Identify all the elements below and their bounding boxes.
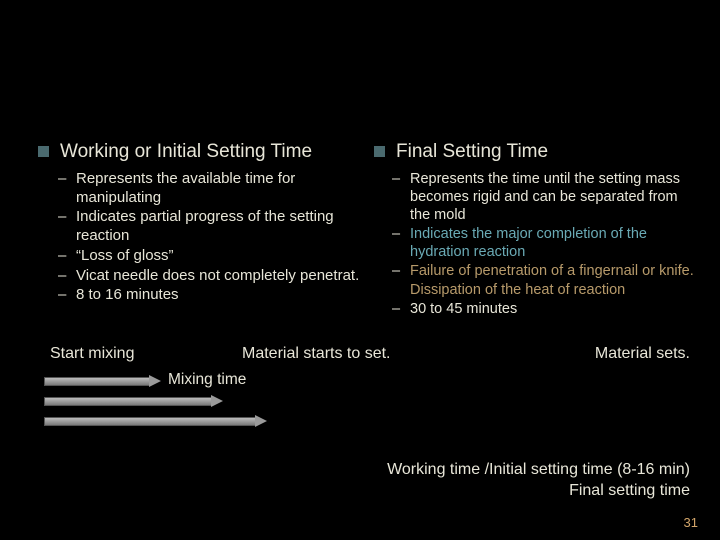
list-item: Failure of penetration of a fingernail o… bbox=[410, 262, 700, 298]
stage-start-label: Start mixing bbox=[50, 345, 230, 363]
list-item: Represents the time until the setting ma… bbox=[410, 170, 700, 224]
timeline-bar-final bbox=[44, 417, 256, 426]
page-number: 31 bbox=[684, 515, 698, 530]
timeline-bar-mixing bbox=[44, 377, 150, 386]
stage-labels-row: Start mixing Material starts to set. Mat… bbox=[0, 319, 720, 363]
mixing-time-label: Mixing time bbox=[168, 371, 246, 389]
list-item: Indicates the major completion of the hy… bbox=[410, 225, 700, 261]
list-item: Indicates partial progress of the settin… bbox=[76, 208, 364, 246]
working-time-caption: Working time /Initial setting time (8-16… bbox=[387, 460, 690, 481]
arrow-right-icon bbox=[149, 375, 161, 387]
right-sublist: Represents the time until the setting ma… bbox=[374, 170, 700, 318]
list-item: Vicat needle does not completely penetra… bbox=[76, 267, 364, 286]
left-sublist: Represents the available time for manipu… bbox=[38, 170, 364, 305]
left-heading-text: Working or Initial Setting Time bbox=[60, 141, 312, 162]
bullet-square-icon bbox=[38, 146, 49, 157]
bullet-square-icon bbox=[374, 146, 385, 157]
right-heading-text: Final Setting Time bbox=[396, 141, 548, 162]
list-item: Represents the available time for manipu… bbox=[76, 170, 364, 208]
right-heading: Final Setting Time bbox=[374, 140, 700, 164]
list-item: 30 to 45 minutes bbox=[410, 300, 700, 318]
final-time-caption: Final setting time bbox=[387, 481, 690, 502]
arrow-right-icon bbox=[211, 395, 223, 407]
timeline-diagram: Mixing time bbox=[44, 369, 690, 439]
list-item: “Loss of gloss” bbox=[76, 247, 364, 266]
slide: Working or Initial Setting Time Represen… bbox=[0, 0, 720, 540]
arrow-right-icon bbox=[255, 415, 267, 427]
two-column-content: Working or Initial Setting Time Represen… bbox=[0, 0, 720, 319]
right-column: Final Setting Time Represents the time u… bbox=[374, 140, 700, 319]
stage-middle-label: Material starts to set. bbox=[230, 345, 560, 363]
left-column: Working or Initial Setting Time Represen… bbox=[38, 140, 364, 319]
stage-end-label: Material sets. bbox=[560, 345, 690, 363]
timeline-bar-working bbox=[44, 397, 212, 406]
list-item: 8 to 16 minutes bbox=[76, 286, 364, 305]
left-heading: Working or Initial Setting Time bbox=[38, 140, 364, 164]
bottom-caption: Working time /Initial setting time (8-16… bbox=[387, 460, 690, 502]
